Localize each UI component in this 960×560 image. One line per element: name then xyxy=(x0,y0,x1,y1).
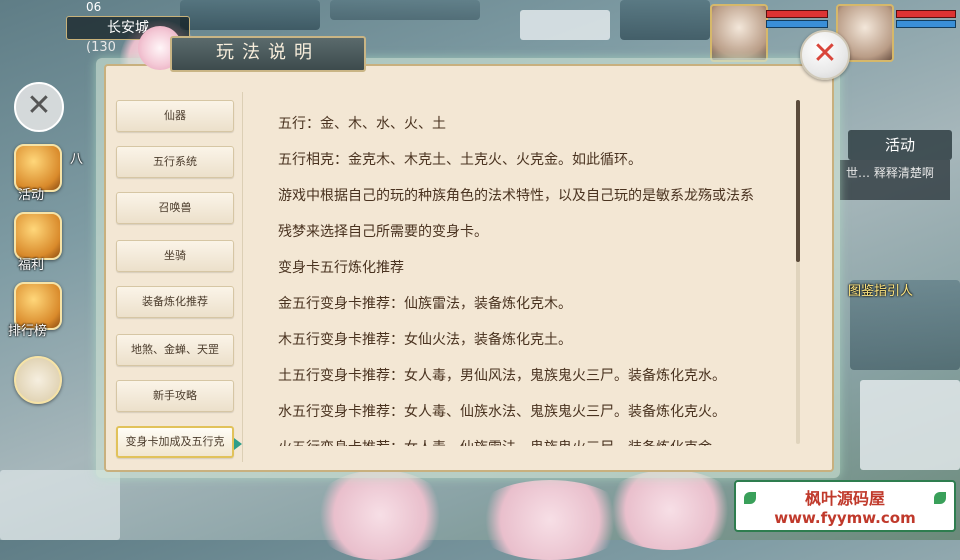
tab-arrow-icon xyxy=(234,438,242,450)
left-close-icon[interactable]: ✕ xyxy=(14,82,64,132)
side-label-3: 福利 xyxy=(18,258,45,273)
welfare-icon[interactable] xyxy=(14,212,62,260)
watermark-url: www.fyymw.com xyxy=(774,509,916,527)
pet-portrait[interactable] xyxy=(710,4,768,62)
player-hp-bar xyxy=(896,10,956,18)
tab-summon-beast[interactable]: 召唤兽 xyxy=(116,192,234,224)
activity-button[interactable]: 活动 xyxy=(848,130,952,160)
content-line: 火五行变身卡推荐：女人毒、仙族雷法、鬼族鬼火三尸。装备炼化克金。 xyxy=(278,430,794,446)
player-mp-bar xyxy=(896,20,956,28)
tab-immortal-weapon[interactable]: 仙器 xyxy=(116,100,234,132)
tab-five-elements[interactable]: 五行系统 xyxy=(116,146,234,178)
watermark-name: 枫叶源码屋 xyxy=(804,489,885,508)
content-line: 木五行变身卡推荐：女仙火法，装备炼化克土。 xyxy=(278,332,572,348)
tab-mount[interactable]: 坐骑 xyxy=(116,240,234,272)
npc-label: 图鉴指引人 xyxy=(848,284,914,299)
pet-mp-bar xyxy=(766,20,828,28)
leaf-icon xyxy=(934,492,946,504)
content-line: 土五行变身卡推荐：女人毒，男仙风法，鬼族鬼火三尸。装备炼化克水。 xyxy=(278,368,726,384)
content-line: 变身卡五行炼化推荐 xyxy=(278,260,404,276)
pet-hp-bar xyxy=(766,10,828,18)
content-line: 水五行变身卡推荐：女人毒、仙族水法、鬼族鬼火三尸。装备炼化克火。 xyxy=(278,404,726,420)
tab-bosses[interactable]: 地煞、金蝉、天罡 xyxy=(116,334,234,366)
side-label-2: 活动 xyxy=(18,188,45,203)
chat-bubble-icon[interactable] xyxy=(14,356,62,404)
scrollbar-thumb[interactable] xyxy=(796,100,800,262)
content-line: 金五行变身卡推荐：仙族雷法，装备炼化克木。 xyxy=(278,296,572,312)
content-line: 五行相克：金克木、木克土、土克火、火克金。如此循环。 xyxy=(278,152,642,168)
tab-transform-card[interactable]: 变身卡加成及五行克 xyxy=(116,426,234,458)
content-line: 游戏中根据自己的玩的种族角色的法术特性，以及自己玩的是敏系龙殇或法系 xyxy=(278,188,754,204)
city-coordinates: (130 xyxy=(86,40,116,55)
tab-equipment-refine[interactable]: 装备炼化推荐 xyxy=(116,286,234,318)
clock-label: 06 xyxy=(86,0,102,14)
watermark-badge: 枫叶源码屋 www.fyymw.com xyxy=(734,480,956,532)
help-content[interactable]: 五行：金、木、水、火、土 五行相克：金克木、木克土、土克火、火克金。如此循环。 … xyxy=(278,106,794,446)
tab-divider xyxy=(242,92,243,462)
content-line: 残梦来选择自己所需要的变身卡。 xyxy=(278,224,488,240)
chat-preview[interactable]: 世… 释释清楚啊 xyxy=(840,160,950,200)
side-label-1: 八 xyxy=(70,152,84,167)
close-icon[interactable]: ✕ xyxy=(800,30,850,80)
leaf-icon xyxy=(744,492,756,504)
side-label-4: 排行榜 xyxy=(8,324,48,339)
tab-beginner-guide[interactable]: 新手攻略 xyxy=(116,380,234,412)
content-line: 五行：金、木、水、火、土 xyxy=(278,116,446,132)
dialog-title: 玩法说明 xyxy=(170,36,366,72)
